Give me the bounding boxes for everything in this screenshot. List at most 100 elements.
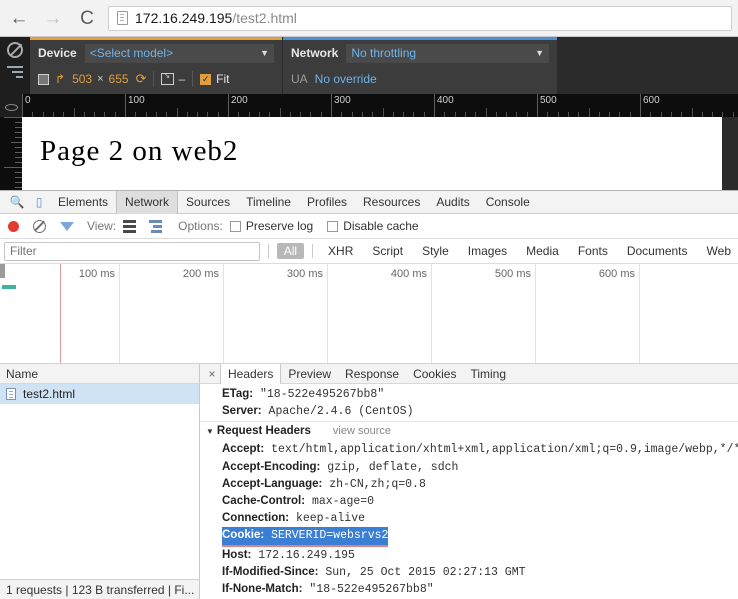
header-line: Cache-Control: max-age=0 [200,493,738,510]
header-name: Accept: [222,443,265,456]
header-name: Cookie: [222,529,265,542]
emulated-viewport: Page 2 on web2 [0,117,738,190]
ua-value[interactable]: No override [315,72,377,86]
throttling-icon[interactable] [7,66,23,78]
header-value: 172.16.249.195 [251,548,355,562]
device-model-select[interactable]: <Select model> ▼ [84,43,274,63]
network-emulation-panel: Network No throttling ▼ UA No override [283,37,557,94]
filter-type-xhr[interactable]: XHR [321,243,360,259]
request-row[interactable]: test2.html [0,384,199,404]
device-frame-icon[interactable] [38,73,49,85]
network-timeline-overview[interactable]: 100 ms 200 ms 300 ms 400 ms 500 ms 600 ms [0,264,738,364]
screen-scale-icon[interactable] [161,71,175,85]
rotate-icon[interactable]: ↱ [55,72,65,86]
toggle-device-mode-icon[interactable]: ▯ [28,195,50,209]
timeline-tick-label: 500 ms [494,268,531,280]
request-headers-section-title[interactable]: ▼ Request Headers view source [200,421,738,441]
timeline-tick-label: 200 ms [182,268,219,280]
chevron-down-icon: ▼ [535,48,544,58]
ruler-label: 200 [231,95,248,106]
scale-value: – [178,72,186,86]
headers-content[interactable]: ETag: "18-522e495267bb8" Server: Apache/2… [200,384,738,599]
header-value: Sun, 25 Oct 2015 02:27:13 GMT [318,565,526,579]
ruler-tick [15,122,22,123]
request-bar [2,285,16,289]
back-button[interactable]: ← [4,3,34,33]
forward-button[interactable]: → [38,3,68,33]
devtools-tab-network[interactable]: Network [116,190,179,214]
filter-input[interactable] [4,241,260,261]
request-list-pane: Name test2.html [0,364,200,599]
ruler-tick [15,157,22,158]
preserve-log-checkbox[interactable] [229,220,241,232]
name-column-header[interactable]: Name [0,364,199,384]
filter-type-all[interactable]: All [276,243,305,259]
document-icon [6,388,16,400]
detail-tab-response[interactable]: Response [338,364,406,384]
close-icon[interactable]: × [204,367,220,381]
ruler-tick [382,108,384,117]
devtools-tab-elements[interactable]: Elements [50,191,116,214]
devtools-tabbar: 🔍 ▯ Elements Network Sources Timeline Profil… [0,190,738,214]
ruler-tick [15,137,22,138]
filter-icon[interactable] [60,221,74,231]
filter-type-style[interactable]: Style [415,243,456,259]
vertical-ruler [0,117,22,190]
ruler-label: 500 [540,95,557,106]
inspect-element-icon[interactable]: 🔍 [6,195,28,209]
ruler-tick [15,177,22,178]
disable-cache-checkbox[interactable] [327,220,339,232]
page-content-frame[interactable]: Page 2 on web2 [22,117,722,190]
collapse-triangle-icon[interactable]: ▼ [206,423,214,441]
detail-tab-cookies[interactable]: Cookies [406,364,463,384]
detail-tab-preview[interactable]: Preview [281,364,338,384]
header-name: ETag: [222,388,254,400]
ruler-label: 100 [128,95,145,106]
request-headers-title: Request Headers [216,425,311,438]
view-label: View: [87,219,117,233]
throttling-select[interactable]: No throttling ▼ [346,43,549,63]
ruler-tick [485,108,487,117]
address-bar[interactable]: 172.16.249.195/test2.html [108,5,732,31]
devtools-panel: 🔍 ▯ Elements Network Sources Timeline Profil… [0,190,738,599]
filter-type-fonts[interactable]: Fonts [571,243,615,259]
filter-type-media[interactable]: Media [519,243,566,259]
chevron-down-icon: ▼ [260,48,269,58]
devtools-tab-profiles[interactable]: Profiles [299,191,355,214]
view-source-link[interactable]: view source [333,425,391,437]
ruler-tick [15,152,22,153]
filter-type-web[interactable]: Web [700,243,738,259]
clear-icon[interactable] [33,219,46,233]
detail-tab-headers[interactable]: Headers [220,363,282,384]
user-agent-row: UA No override [283,66,557,92]
detail-tab-timing[interactable]: Timing [463,364,513,384]
devtools-tab-console[interactable]: Console [478,191,538,214]
ruler-tick [15,147,22,148]
device-width[interactable]: 503 [72,72,92,86]
ruler-corner-icon[interactable] [0,94,22,117]
timeline-selection-handle[interactable] [0,264,5,278]
timeline-tick-label: 600 ms [598,268,635,280]
options-label: Options: [178,219,223,233]
filter-type-script[interactable]: Script [365,243,410,259]
record-button[interactable] [8,220,19,232]
device-height[interactable]: 655 [109,72,129,86]
preserve-log-label: Preserve log [245,219,314,233]
swap-dimensions-icon[interactable]: ⟳ [136,71,147,87]
ruler-tick [588,108,590,117]
timeline-tick-label: 400 ms [390,268,427,280]
devtools-tab-sources[interactable]: Sources [178,191,238,214]
waterfall-view-icon[interactable] [149,219,163,233]
network-filter-bar: All XHR Script Style Images Media Fonts Documen… [0,239,738,264]
list-view-icon[interactable] [123,219,137,233]
filter-type-images[interactable]: Images [461,243,514,259]
timeline-gridline [639,264,640,363]
devtools-tab-resources[interactable]: Resources [355,191,428,214]
devtools-tab-audits[interactable]: Audits [428,191,477,214]
devtools-tab-timeline[interactable]: Timeline [238,191,299,214]
offline-icon[interactable] [7,42,23,58]
fit-checkbox[interactable]: ✓ [200,73,212,85]
timeline-tick-label: 100 ms [78,268,115,280]
filter-type-documents[interactable]: Documents [620,243,695,259]
reload-button[interactable]: C [72,3,102,33]
